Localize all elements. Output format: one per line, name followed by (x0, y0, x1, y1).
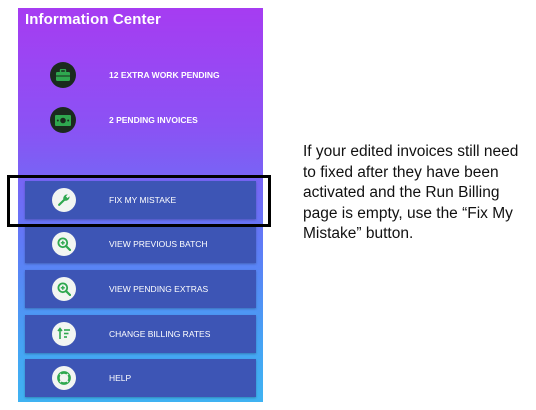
zoom-in-icon (52, 232, 76, 256)
extra-work-pending-item[interactable]: 12 EXTRA WORK PENDING (18, 61, 263, 91)
pending-invoices-label: 2 PENDING INVOICES (109, 115, 198, 125)
change-billing-rates-label: CHANGE BILLING RATES (109, 329, 211, 339)
cash-icon (50, 107, 76, 133)
extra-work-pending-label: 12 EXTRA WORK PENDING (109, 70, 220, 80)
sort-rates-icon (52, 322, 76, 346)
view-previous-batch-label: VIEW PREVIOUS BATCH (109, 239, 208, 249)
lifebuoy-icon (52, 366, 76, 390)
fix-my-mistake-highlight (7, 175, 271, 227)
view-previous-batch-button[interactable]: VIEW PREVIOUS BATCH (25, 225, 256, 263)
change-billing-rates-button[interactable]: CHANGE BILLING RATES (25, 315, 256, 353)
briefcase-icon (50, 62, 76, 88)
pending-invoices-item[interactable]: 2 PENDING INVOICES (18, 106, 263, 136)
view-pending-extras-button[interactable]: VIEW PENDING EXTRAS (25, 270, 256, 308)
view-pending-extras-label: VIEW PENDING EXTRAS (109, 284, 209, 294)
help-button[interactable]: HELP (25, 359, 256, 397)
instruction-text: If your edited invoices still need to fi… (303, 143, 519, 242)
help-label: HELP (109, 373, 132, 383)
panel-title: Information Center (25, 11, 161, 28)
zoom-in-icon (52, 277, 76, 301)
